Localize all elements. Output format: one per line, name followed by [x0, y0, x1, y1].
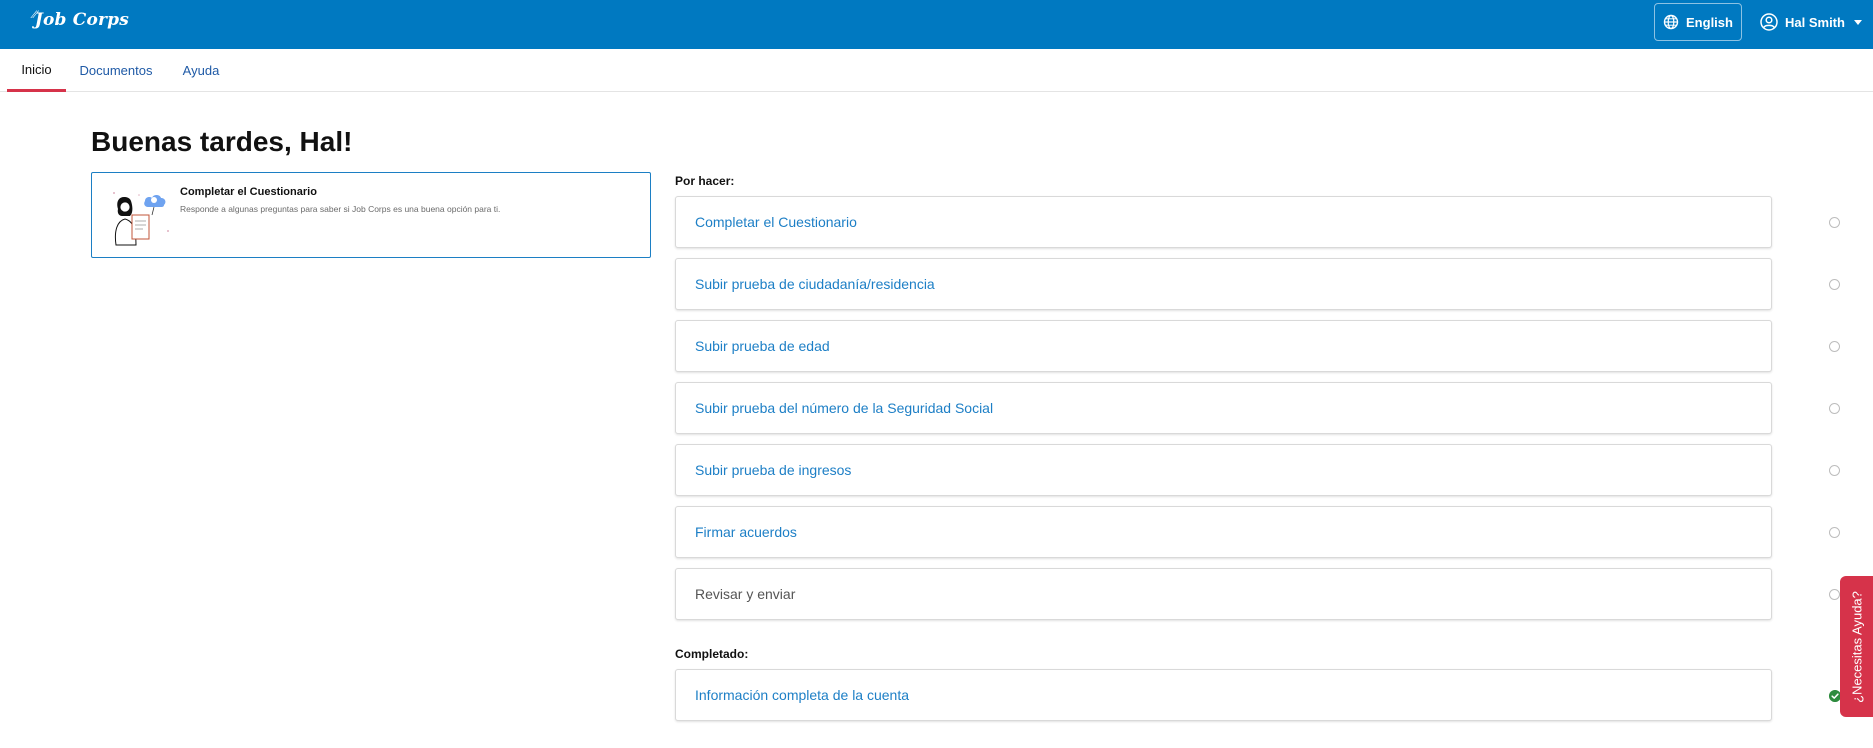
- language-label: English: [1686, 14, 1733, 30]
- tab-inicio[interactable]: Inicio: [7, 49, 66, 92]
- page-title: Buenas tardes, Hal!: [91, 126, 353, 157]
- chevron-down-icon: [1853, 19, 1862, 25]
- questionnaire-card-description: Responde a algunas preguntas para saber …: [180, 204, 501, 214]
- questionnaire-card-title: Completar el Cuestionario: [180, 186, 317, 198]
- logo-text: Job Corps: [34, 10, 130, 30]
- language-button[interactable]: English: [1654, 3, 1742, 41]
- top-header: ⁄⁄Job Corps English Hal Smith: [0, 0, 1873, 49]
- tab-ayuda[interactable]: Ayuda: [180, 49, 222, 92]
- user-menu-button[interactable]: Hal Smith: [1754, 3, 1868, 41]
- empty-circle-icon: [1829, 403, 1840, 414]
- job-corps-logo[interactable]: ⁄⁄Job Corps: [33, 10, 129, 30]
- help-tab-label: ¿Necesitas Ayuda?: [1849, 590, 1864, 703]
- todo-section-label: Por hacer:: [675, 174, 735, 188]
- todo-item-ssn-proof[interactable]: Subir prueba del número de la Seguridad …: [675, 382, 1840, 434]
- todo-item-complete-questionnaire[interactable]: Completar el Cuestionario: [675, 196, 1840, 248]
- empty-circle-icon: [1829, 527, 1840, 538]
- questionnaire-card[interactable]: Completar el Cuestionario Responde a alg…: [91, 172, 651, 258]
- user-name: Hal Smith: [1785, 14, 1845, 30]
- todo-item-label: Revisar y enviar: [695, 586, 796, 602]
- completed-section-label: Completado:: [675, 647, 749, 661]
- todo-item-label: Subir prueba de edad: [695, 338, 830, 354]
- todo-item-citizenship-proof[interactable]: Subir prueba de ciudadanía/residencia: [675, 258, 1840, 310]
- tab-documentos[interactable]: Documentos: [79, 49, 153, 92]
- empty-circle-icon: [1829, 217, 1840, 228]
- empty-circle-icon: [1829, 589, 1840, 600]
- todo-item-income-proof[interactable]: Subir prueba de ingresos: [675, 444, 1840, 496]
- completed-item-account-info[interactable]: Información completa de la cuenta: [675, 669, 1841, 721]
- todo-item-label: Subir prueba del número de la Seguridad …: [695, 400, 994, 416]
- empty-circle-icon: [1829, 279, 1840, 290]
- user-circle-icon: [1760, 13, 1778, 31]
- main-nav-tabs: Inicio Documentos Ayuda: [0, 49, 1873, 92]
- completed-item-label: Información completa de la cuenta: [695, 687, 910, 703]
- todo-item-label: Firmar acuerdos: [695, 524, 797, 540]
- globe-icon: [1663, 14, 1679, 30]
- todo-item-label: Completar el Cuestionario: [695, 214, 857, 230]
- questionnaire-illustration-icon: [113, 192, 169, 246]
- empty-circle-icon: [1829, 341, 1840, 352]
- todo-item-sign-agreements[interactable]: Firmar acuerdos: [675, 506, 1840, 558]
- empty-circle-icon: [1829, 465, 1840, 476]
- logo-swoosh-icon: ⁄⁄: [33, 10, 37, 21]
- todo-item-review-submit[interactable]: Revisar y enviar: [675, 568, 1840, 620]
- todo-item-label: Subir prueba de ciudadanía/residencia: [695, 276, 935, 292]
- todo-item-age-proof[interactable]: Subir prueba de edad: [675, 320, 1840, 372]
- help-tab-button[interactable]: ¿Necesitas Ayuda?: [1840, 576, 1873, 717]
- todo-item-label: Subir prueba de ingresos: [695, 462, 852, 478]
